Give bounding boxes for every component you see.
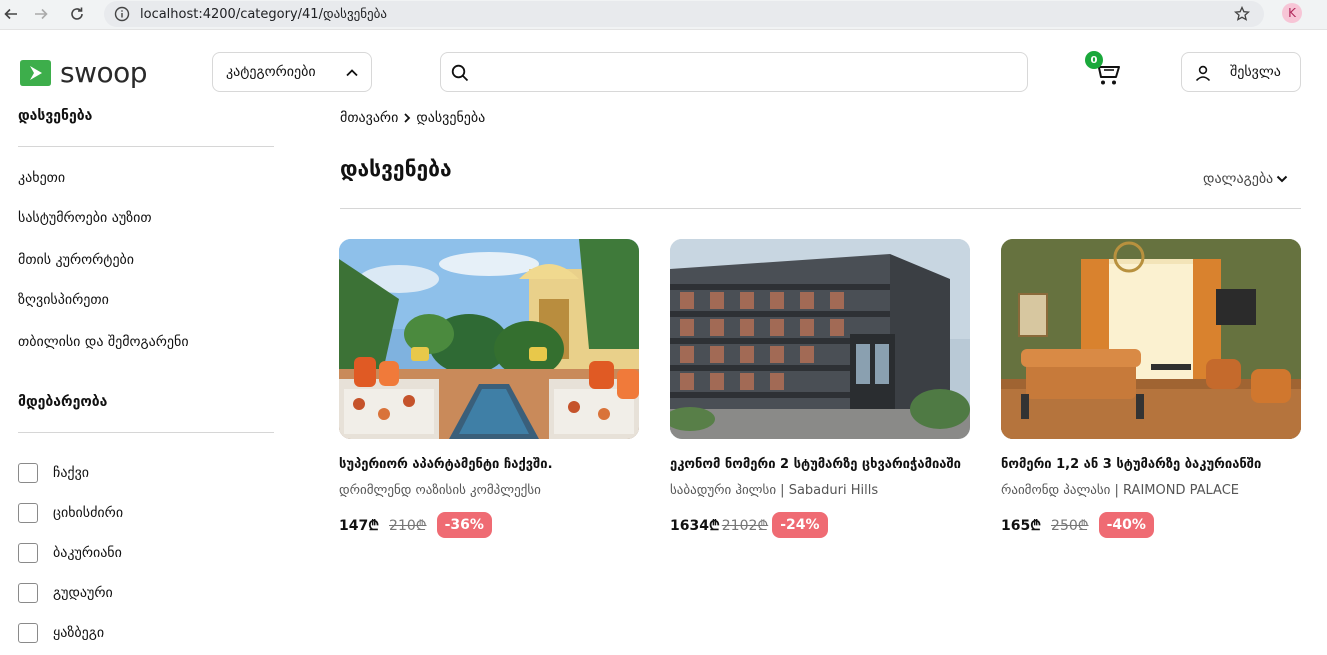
sidebar-item-mountain-resorts[interactable]: მთის კურორტები — [18, 252, 134, 268]
user-icon — [1195, 65, 1211, 82]
breadcrumb: მთავარი დასვენება — [340, 110, 485, 126]
chevron-down-icon — [1276, 175, 1288, 183]
search-icon — [451, 64, 469, 82]
location-filter-bakuriani[interactable]: ბაკურიანი — [18, 543, 122, 563]
current-price: 165₾ — [1001, 517, 1042, 534]
sidebar-category-title: დასვენება — [18, 108, 93, 124]
current-price: 1634₾ — [670, 517, 720, 534]
url-text: localhost:4200/category/41/დასვენება — [140, 6, 387, 22]
discount-badge: -40% — [1098, 512, 1154, 538]
login-button[interactable]: შესვლა — [1181, 52, 1301, 92]
discount-badge: -24% — [772, 512, 828, 538]
location-filter-gudauri[interactable]: გუდაური — [18, 583, 113, 603]
chevron-right-icon — [404, 113, 411, 123]
search-box[interactable] — [440, 52, 1028, 92]
current-price: 147₾ — [339, 517, 380, 534]
categories-label: კატეგორიები — [226, 64, 316, 80]
discount-badge: -36% — [436, 512, 492, 538]
checkbox[interactable] — [18, 543, 38, 563]
profile-avatar[interactable]: K — [1282, 3, 1302, 23]
sidebar-divider — [18, 146, 274, 147]
sort-label: დალაგება — [1203, 171, 1274, 187]
checkbox-label: ბაკურიანი — [53, 545, 122, 561]
offer-venue: დრიმლენდ ოაზისის კომპლექსი — [339, 483, 541, 498]
price-row: 165₾ 250₾ -40% — [1001, 512, 1301, 538]
breadcrumb-current: დასვენება — [416, 110, 486, 126]
sidebar-item-seaside[interactable]: ზღვისპირეთი — [18, 292, 109, 308]
price-row: 1634₾ 2102₾ -24% — [670, 512, 970, 538]
old-price: 2102₾ — [721, 517, 769, 534]
page-title: დასვენება — [340, 157, 452, 181]
offer-image-hotel-room[interactable] — [1001, 239, 1301, 439]
offer-title[interactable]: სუპერიორ აპარტამენტი ჩაქვში. — [339, 455, 639, 474]
old-price: 210₾ — [389, 517, 427, 534]
login-label: შესვლა — [1230, 64, 1281, 80]
cart-count-badge: 0 — [1085, 51, 1103, 69]
chevron-up-icon — [346, 69, 358, 77]
breadcrumb-home[interactable]: მთავარი — [340, 110, 398, 126]
location-filter-chakvi[interactable]: ჩაქვი — [18, 463, 89, 483]
checkbox[interactable] — [18, 623, 38, 643]
offer-venue: საბადური ჰილსი | Sabaduri Hills — [670, 483, 879, 498]
checkbox[interactable] — [18, 463, 38, 483]
swoop-logo[interactable]: swoop — [18, 56, 148, 89]
location-filter-kazbegi[interactable]: ყაზბეგი — [18, 623, 104, 643]
old-price: 250₾ — [1051, 517, 1089, 534]
site-info-icon[interactable] — [114, 6, 130, 22]
checkbox[interactable] — [18, 583, 38, 603]
sidebar-item-kakheti[interactable]: კახეთი — [18, 170, 65, 186]
sort-dropdown[interactable]: დალაგება — [1203, 171, 1288, 187]
price-row: 147₾ 210₾ -36% — [339, 512, 639, 538]
sidebar-item-pool-hotels[interactable]: სასტუმროები აუზით — [18, 210, 152, 226]
content-divider — [340, 208, 1301, 209]
offer-card[interactable]: ნომერი 1,2 ან 3 სტუმარზე ბაკურიანში რაიმ… — [1001, 239, 1301, 538]
logo-text: swoop — [60, 56, 148, 89]
sidebar-item-tbilisi[interactable]: თბილისი და შემოგარენი — [18, 334, 189, 350]
checkbox-label: ყაზბეგი — [53, 625, 105, 641]
offer-title[interactable]: ნომერი 1,2 ან 3 სტუმარზე ბაკურიანში — [1001, 455, 1301, 474]
swoop-logo-icon — [20, 59, 51, 86]
search-input[interactable] — [477, 59, 1017, 85]
offer-image-pool-terrace[interactable] — [339, 239, 639, 439]
back-icon[interactable] — [0, 3, 22, 25]
offer-image-hotel-building[interactable] — [670, 239, 970, 439]
sidebar-divider — [18, 432, 274, 433]
offer-card[interactable]: სუპერიორ აპარტამენტი ჩაქვში. დრიმლენდ ოა… — [339, 239, 639, 538]
categories-button[interactable]: კატეგორიები — [212, 52, 372, 92]
sidebar-location-title: მდებარეობა — [18, 394, 108, 410]
bookmark-star-icon[interactable] — [1233, 5, 1251, 22]
checkbox-label: ჩაქვი — [53, 465, 90, 481]
checkbox[interactable] — [18, 503, 38, 523]
forward-icon[interactable] — [30, 3, 52, 25]
offer-title[interactable]: ეკონომ ნომერი 2 სტუმარზე ცხვარიჭამიაში — [670, 455, 970, 474]
offer-card[interactable]: ეკონომ ნომერი 2 სტუმარზე ცხვარიჭამიაში ს… — [670, 239, 970, 538]
checkbox-label: ციხისძირი — [53, 505, 124, 521]
location-filter-tsikhisdziri[interactable]: ციხისძირი — [18, 503, 123, 523]
reload-icon[interactable] — [66, 3, 88, 25]
offer-venue: რაიმონდ პალასი | RAIMOND PALACE — [1001, 483, 1239, 498]
address-bar[interactable]: localhost:4200/category/41/დასვენება — [104, 1, 1264, 27]
browser-toolbar: localhost:4200/category/41/დასვენება K — [0, 0, 1327, 30]
checkbox-label: გუდაური — [53, 585, 113, 601]
